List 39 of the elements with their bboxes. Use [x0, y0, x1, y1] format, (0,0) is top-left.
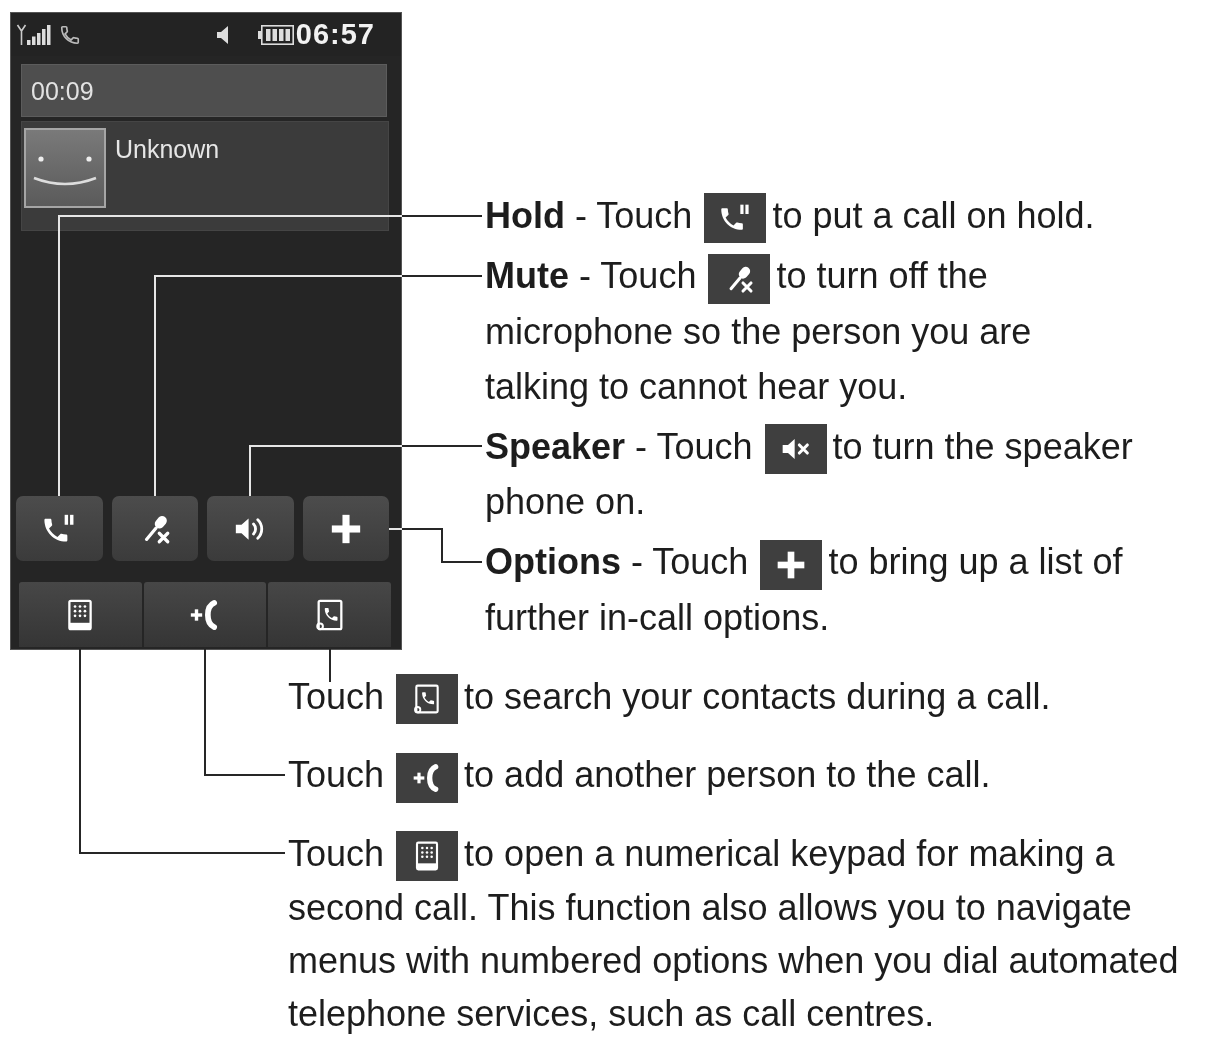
- annotation-text: to turn the speaker: [832, 425, 1133, 467]
- battery-icon: [257, 23, 294, 46]
- hold-button[interactable]: [16, 496, 103, 561]
- annotation-text: Touch: [288, 832, 385, 874]
- annotation-text: Mute - Touch: [485, 255, 697, 297]
- caller-name: Unknown: [115, 134, 220, 164]
- annotation-text: Hold - Touch: [485, 195, 693, 236]
- annotation-text: Touch: [288, 676, 385, 717]
- speaker-button[interactable]: [207, 496, 294, 561]
- keypad-icon: [396, 831, 459, 882]
- annotation-text: second call. This function also allows you to navigate menus with numbered options when you dial automated telephone services, such as call centres.: [288, 886, 1180, 1037]
- keypad-button[interactable]: [19, 582, 142, 647]
- annotation-text: to put a call on hold.: [772, 195, 1095, 236]
- contact-card-icon: [396, 674, 459, 725]
- annotation-text: to search your contacts during a call.: [464, 676, 1051, 717]
- annotation-text: Speaker - Touch: [485, 425, 753, 467]
- add-call-icon: [396, 752, 459, 803]
- annotation-text: Options - Touch: [485, 541, 749, 583]
- call-duration: 00:09: [31, 75, 94, 106]
- annotation-text: to add another person to the call.: [464, 754, 991, 796]
- clock-time: 06:57: [295, 20, 375, 49]
- options-button[interactable]: [302, 496, 389, 561]
- annotation-text: to bring up a list of: [828, 541, 1123, 583]
- annotation-text: further in-call options.: [485, 595, 831, 640]
- call-icon: [59, 23, 81, 46]
- annotation-text: to open a numerical keypad for making a: [464, 832, 1115, 874]
- speaker-icon: [215, 23, 230, 46]
- smiley-avatar-icon: [24, 128, 106, 208]
- call-hold-icon: [704, 193, 767, 244]
- annotation-text: phone on.: [485, 480, 647, 525]
- mute-button[interactable]: [111, 496, 198, 561]
- contacts-button[interactable]: [268, 582, 391, 647]
- plus-icon: [760, 539, 823, 590]
- annotation-text: microphone so the person you are talking to cannot hear you.: [485, 309, 1033, 409]
- annotation-text: to turn off the: [776, 255, 988, 297]
- annotation-text: Touch: [288, 754, 385, 796]
- muted-speaker-icon: [764, 424, 827, 475]
- add-call-button[interactable]: [143, 582, 267, 647]
- muted-microphone-icon: [708, 253, 771, 304]
